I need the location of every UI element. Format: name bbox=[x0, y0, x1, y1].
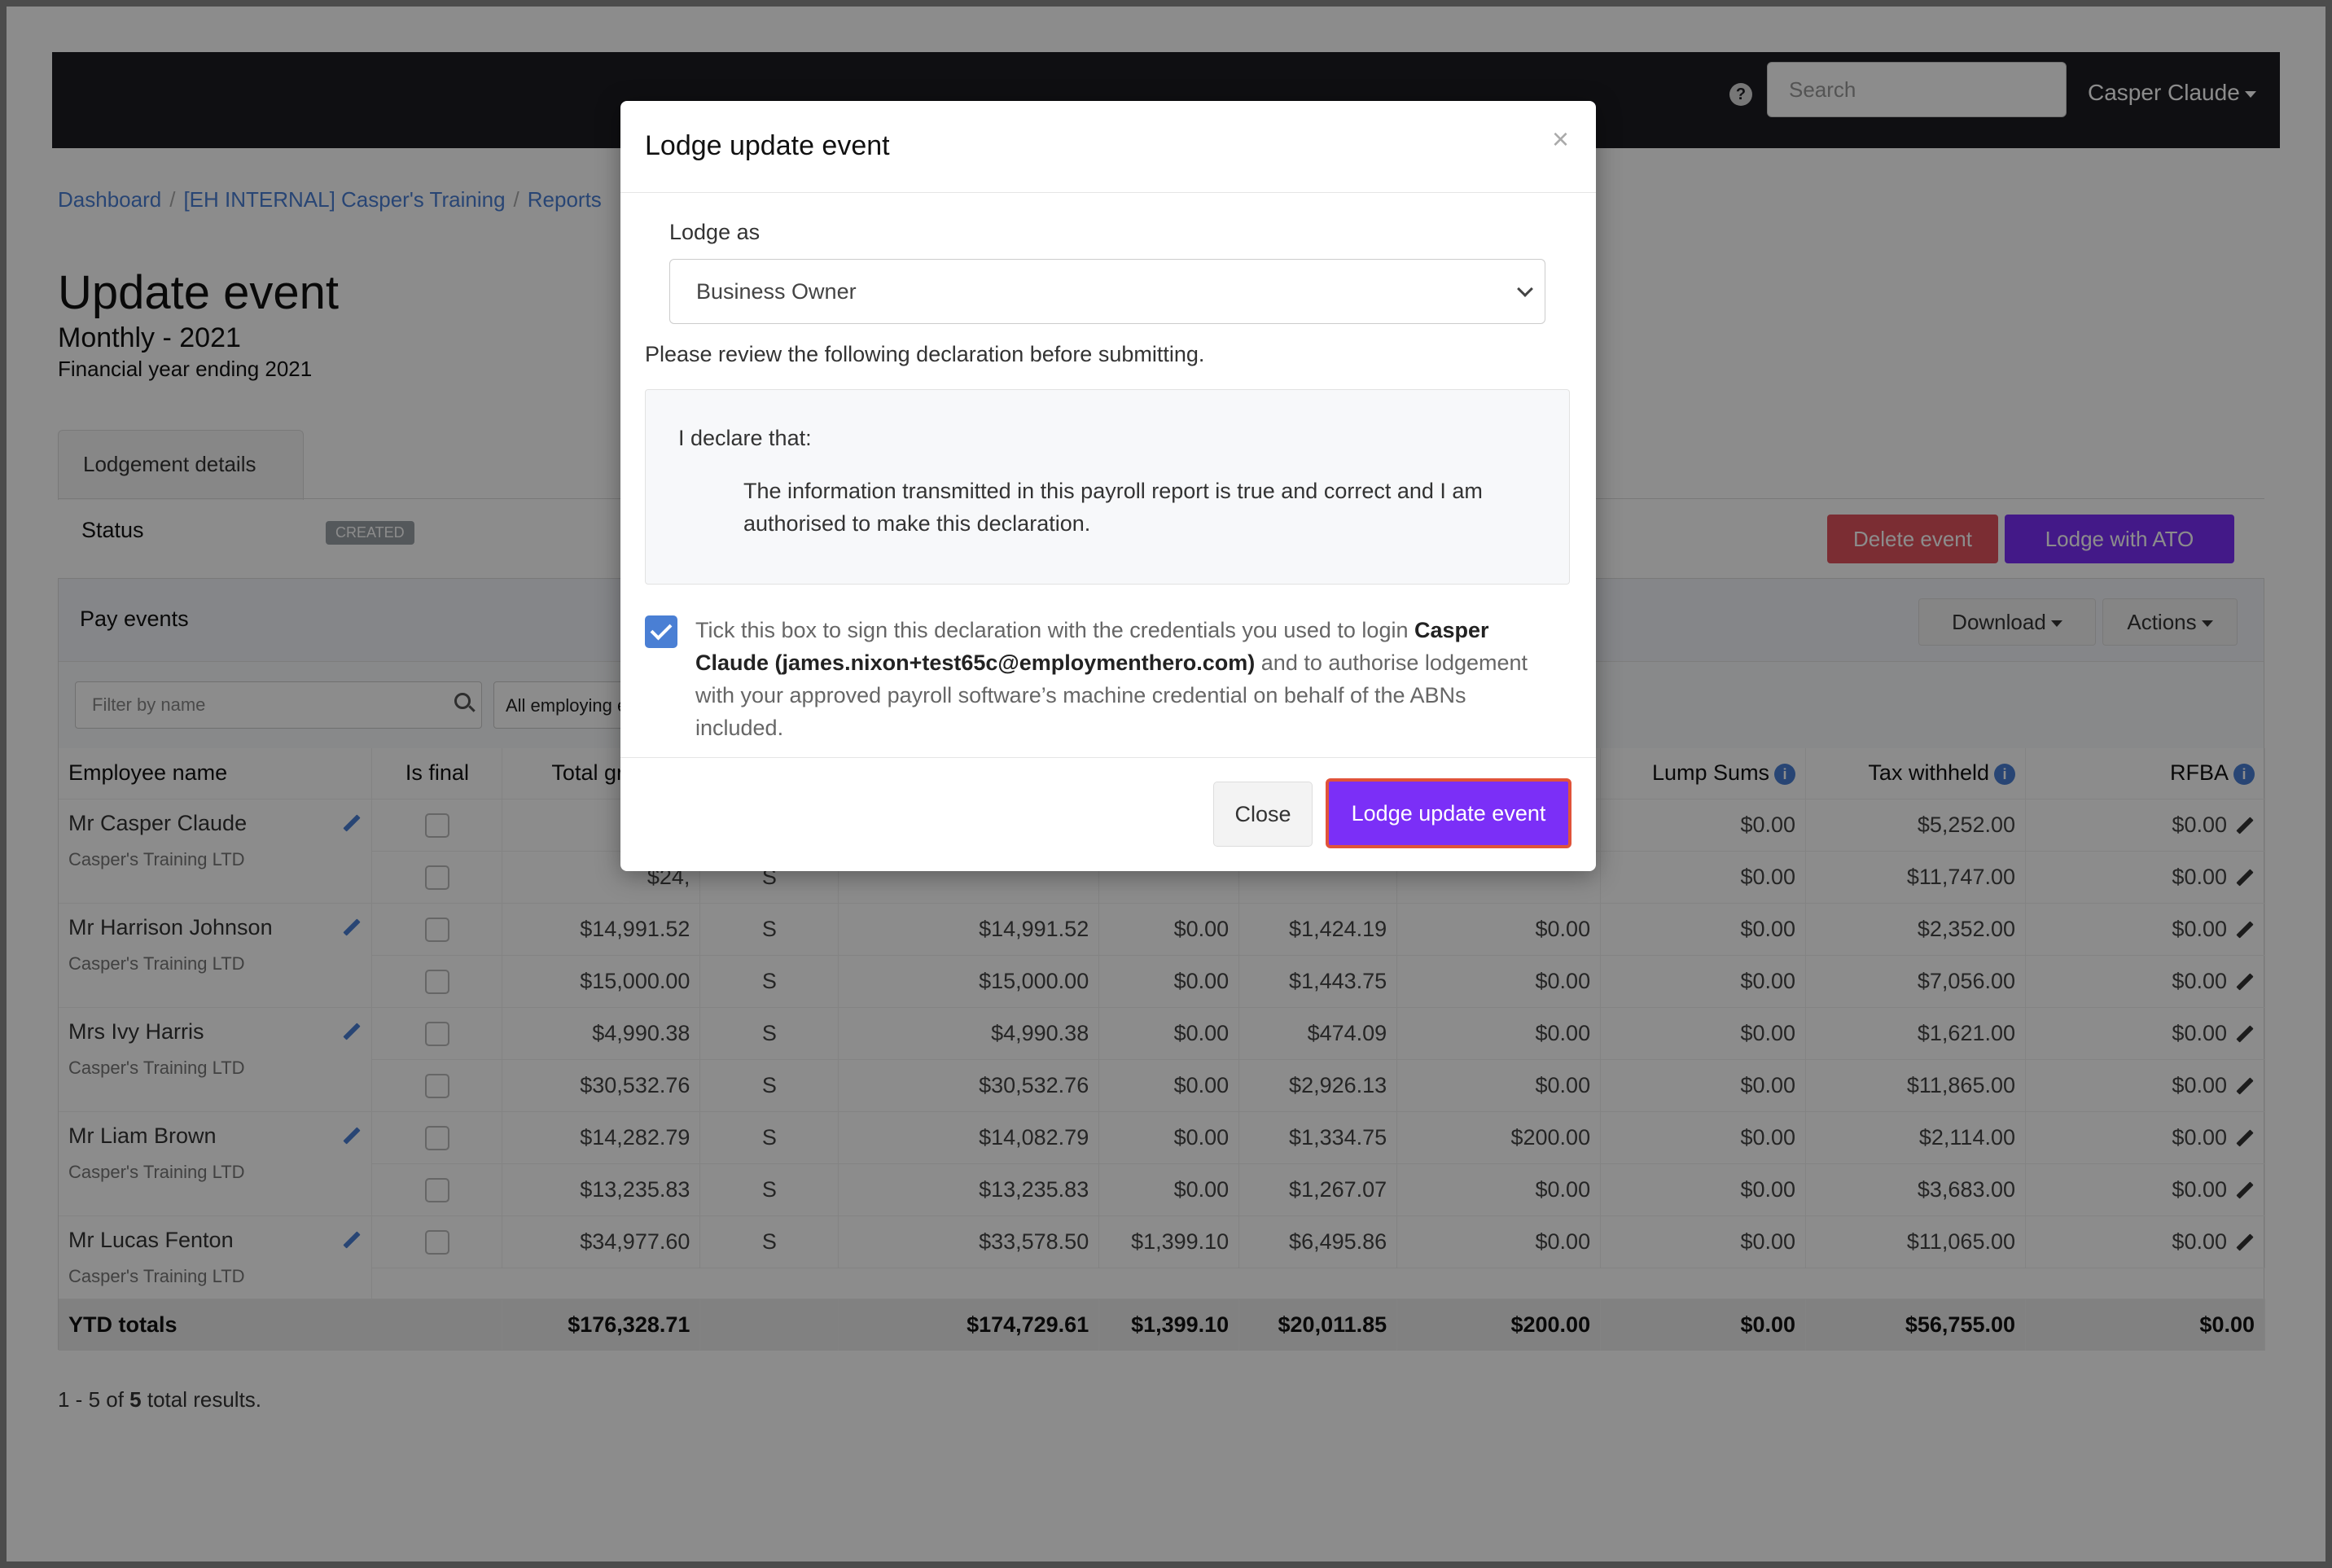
modal-title: Lodge update event bbox=[645, 130, 890, 161]
tick-text-pre: Tick this box to sign this declaration w… bbox=[695, 618, 1414, 642]
review-instruction: Please review the following declaration … bbox=[645, 342, 1205, 366]
close-button[interactable]: Close bbox=[1213, 782, 1313, 847]
lodge-update-event-modal: Lodge update event × Lodge as Business O… bbox=[620, 101, 1596, 871]
modal-header-divider bbox=[620, 192, 1596, 193]
sign-declaration-checkbox[interactable] bbox=[645, 615, 677, 648]
lodge-as-select[interactable]: Business Owner bbox=[669, 259, 1545, 324]
lodge-update-event-button[interactable]: Lodge update event bbox=[1326, 778, 1571, 848]
sign-declaration-text: Tick this box to sign this declaration w… bbox=[695, 614, 1558, 744]
lodge-as-label: Lodge as bbox=[669, 220, 761, 244]
declaration-text: The information transmitted in this payr… bbox=[743, 479, 1483, 536]
declaration-heading: I declare that: bbox=[678, 426, 812, 450]
modal-footer-divider bbox=[620, 757, 1596, 758]
declaration-box: I declare that: The information transmit… bbox=[645, 389, 1570, 585]
close-icon[interactable]: × bbox=[1552, 122, 1569, 156]
